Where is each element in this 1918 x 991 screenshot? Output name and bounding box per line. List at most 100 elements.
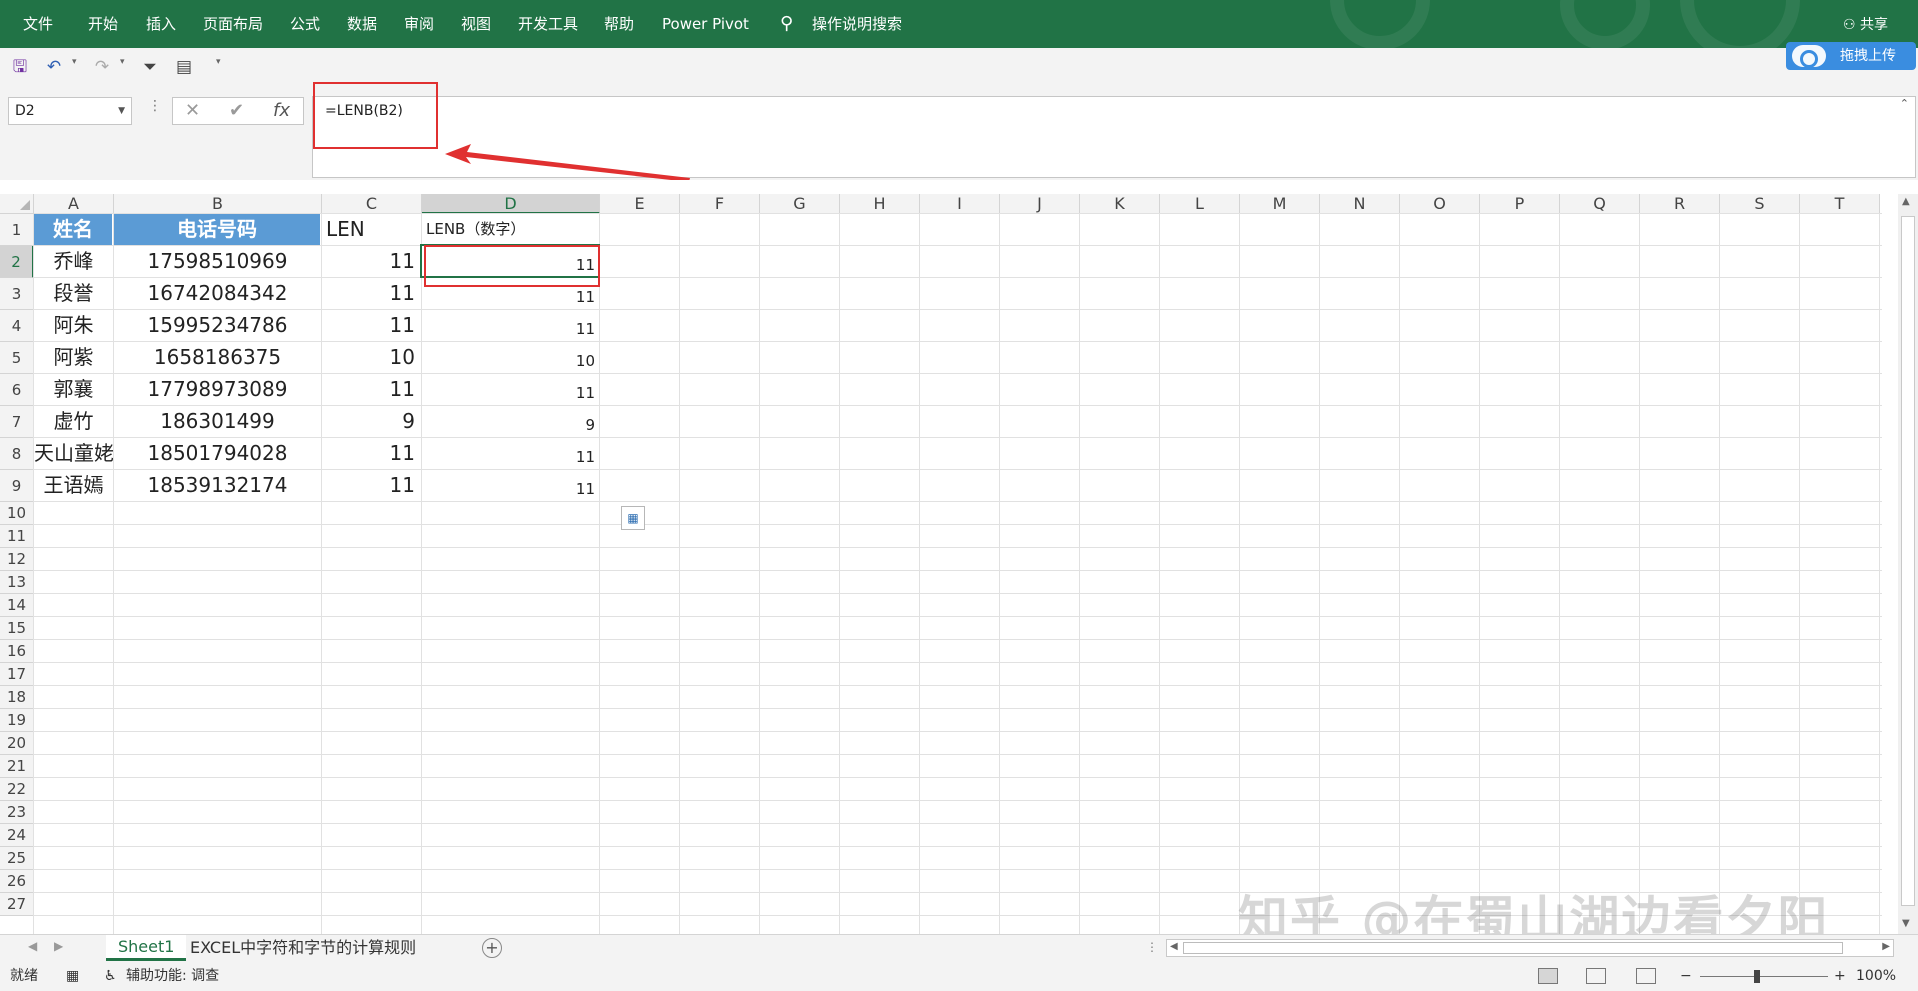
- header-cell-c[interactable]: LEN: [322, 214, 421, 245]
- cell-c9[interactable]: 11: [322, 470, 421, 501]
- row-header[interactable]: 6: [0, 374, 34, 406]
- cell-c3[interactable]: 11: [322, 278, 421, 309]
- row-header[interactable]: 13: [0, 571, 34, 594]
- tab-home[interactable]: 开始: [88, 0, 118, 48]
- cell-c5[interactable]: 10: [322, 342, 421, 373]
- tab-page-layout[interactable]: 页面布局: [203, 0, 263, 48]
- sheet-tab-rules[interactable]: EXCEL中字符和字节的计算规则: [190, 935, 416, 961]
- tab-review[interactable]: 审阅: [404, 0, 434, 48]
- collapse-formula-icon[interactable]: ⌃: [1900, 97, 1909, 110]
- row-header[interactable]: 27: [0, 893, 34, 916]
- tab-help[interactable]: 帮助: [604, 0, 634, 48]
- cell-d6[interactable]: 11: [422, 374, 599, 405]
- page-layout-view-icon[interactable]: [1586, 968, 1606, 984]
- tab-file[interactable]: 文件: [23, 0, 53, 48]
- column-header[interactable]: I: [920, 194, 1000, 214]
- cell-b4[interactable]: 15995234786: [114, 310, 321, 341]
- customize-toolbar-icon[interactable]: ▾: [216, 57, 221, 67]
- cell-a3[interactable]: 段誉: [34, 278, 113, 309]
- undo-icon[interactable]: ↶: [42, 55, 66, 79]
- header-cell-d[interactable]: LENB（数字）: [422, 214, 599, 245]
- name-box[interactable]: D2 ▼: [8, 97, 132, 125]
- column-header[interactable]: F: [680, 194, 760, 214]
- scroll-down-icon[interactable]: ▼: [1902, 918, 1910, 929]
- cell-c4[interactable]: 11: [322, 310, 421, 341]
- worksheet-grid[interactable]: ABCDEFGHIJKLMNOPQRST 1 2 3 4 5 6 7 8 9 10 11 12 13 14…: [0, 180, 1918, 934]
- tab-split-handle-icon[interactable]: ⋮: [1146, 940, 1158, 954]
- cancel-icon[interactable]: ✕: [185, 100, 200, 121]
- macro-record-icon[interactable]: ▦: [66, 962, 79, 991]
- row-header[interactable]: 23: [0, 801, 34, 824]
- row-header[interactable]: 11: [0, 525, 34, 548]
- add-sheet-icon[interactable]: +: [482, 938, 502, 958]
- horizontal-scroll-thumb[interactable]: [1183, 942, 1843, 954]
- cell-c2[interactable]: 11: [322, 246, 421, 277]
- column-header[interactable]: E: [600, 194, 680, 214]
- column-header[interactable]: D: [422, 194, 600, 214]
- column-header[interactable]: Q: [1560, 194, 1640, 214]
- cell-d4[interactable]: 11: [422, 310, 599, 341]
- cell-a6[interactable]: 郭襄: [34, 374, 113, 405]
- cell-b7[interactable]: 186301499: [114, 406, 321, 437]
- tab-formulas[interactable]: 公式: [290, 0, 320, 48]
- sheet-tab-sheet1[interactable]: Sheet1: [106, 935, 187, 961]
- column-header[interactable]: H: [840, 194, 920, 214]
- cell-c8[interactable]: 11: [322, 438, 421, 469]
- tab-insert[interactable]: 插入: [146, 0, 176, 48]
- row-header[interactable]: 5: [0, 342, 34, 374]
- accessibility-icon[interactable]: ♿: [104, 962, 117, 991]
- row-header[interactable]: 1: [0, 214, 34, 246]
- row-header[interactable]: 9: [0, 470, 34, 502]
- column-header[interactable]: M: [1240, 194, 1320, 214]
- column-header[interactable]: B: [114, 194, 322, 214]
- cell-a2[interactable]: 乔峰: [34, 246, 113, 277]
- redo-dropdown-icon[interactable]: ▾: [120, 57, 125, 67]
- row-header[interactable]: 15: [0, 617, 34, 640]
- row-header[interactable]: 2: [0, 246, 34, 278]
- quick-analysis-icon[interactable]: ▦: [621, 506, 645, 530]
- row-header[interactable]: 10: [0, 502, 34, 525]
- column-header[interactable]: J: [1000, 194, 1080, 214]
- prev-sheet-icon[interactable]: ◀: [28, 939, 37, 953]
- column-header[interactable]: O: [1400, 194, 1480, 214]
- row-header[interactable]: 14: [0, 594, 34, 617]
- scroll-left-icon[interactable]: ◀: [1170, 941, 1178, 952]
- column-header[interactable]: C: [322, 194, 422, 214]
- tell-me-search[interactable]: 操作说明搜索: [812, 0, 902, 48]
- cell-b6[interactable]: 17798973089: [114, 374, 321, 405]
- cell-c7[interactable]: 9: [322, 406, 421, 437]
- next-sheet-icon[interactable]: ▶: [54, 939, 63, 953]
- cell-b8[interactable]: 18501794028: [114, 438, 321, 469]
- cell-a7[interactable]: 虚竹: [34, 406, 113, 437]
- cell-b5[interactable]: 1658186375: [114, 342, 321, 373]
- zoom-in-icon[interactable]: +: [1834, 962, 1846, 991]
- cell-a5[interactable]: 阿紫: [34, 342, 113, 373]
- scroll-right-icon[interactable]: ▶: [1882, 941, 1890, 952]
- chevron-down-icon[interactable]: ▼: [118, 98, 125, 124]
- formula-bar-grip-icon[interactable]: ⋮: [148, 98, 162, 114]
- cell-a4[interactable]: 阿朱: [34, 310, 113, 341]
- header-cell-a[interactable]: 姓名: [34, 214, 113, 245]
- insert-function-icon[interactable]: fx: [273, 100, 290, 121]
- tab-developer[interactable]: 开发工具: [518, 0, 578, 48]
- filter-icon[interactable]: ⏷: [138, 55, 162, 79]
- row-header[interactable]: 17: [0, 663, 34, 686]
- cell-d5[interactable]: 10: [422, 342, 599, 373]
- column-header[interactable]: R: [1640, 194, 1720, 214]
- tab-view[interactable]: 视图: [461, 0, 491, 48]
- undo-dropdown-icon[interactable]: ▾: [72, 57, 77, 67]
- column-header[interactable]: T: [1800, 194, 1880, 214]
- cell-d7[interactable]: 9: [422, 406, 599, 437]
- zoom-slider-thumb[interactable]: [1754, 970, 1760, 983]
- cell-b3[interactable]: 16742084342: [114, 278, 321, 309]
- column-header[interactable]: G: [760, 194, 840, 214]
- cell-b9[interactable]: 18539132174: [114, 470, 321, 501]
- tab-power-pivot[interactable]: Power Pivot: [662, 0, 749, 48]
- select-all-button[interactable]: [0, 194, 34, 214]
- zoom-out-icon[interactable]: −: [1680, 962, 1692, 991]
- tab-data[interactable]: 数据: [347, 0, 377, 48]
- column-header[interactable]: A: [34, 194, 114, 214]
- share-button[interactable]: ⚇ 共享: [1843, 0, 1888, 48]
- row-header[interactable]: 25: [0, 847, 34, 870]
- normal-view-icon[interactable]: [1538, 968, 1558, 984]
